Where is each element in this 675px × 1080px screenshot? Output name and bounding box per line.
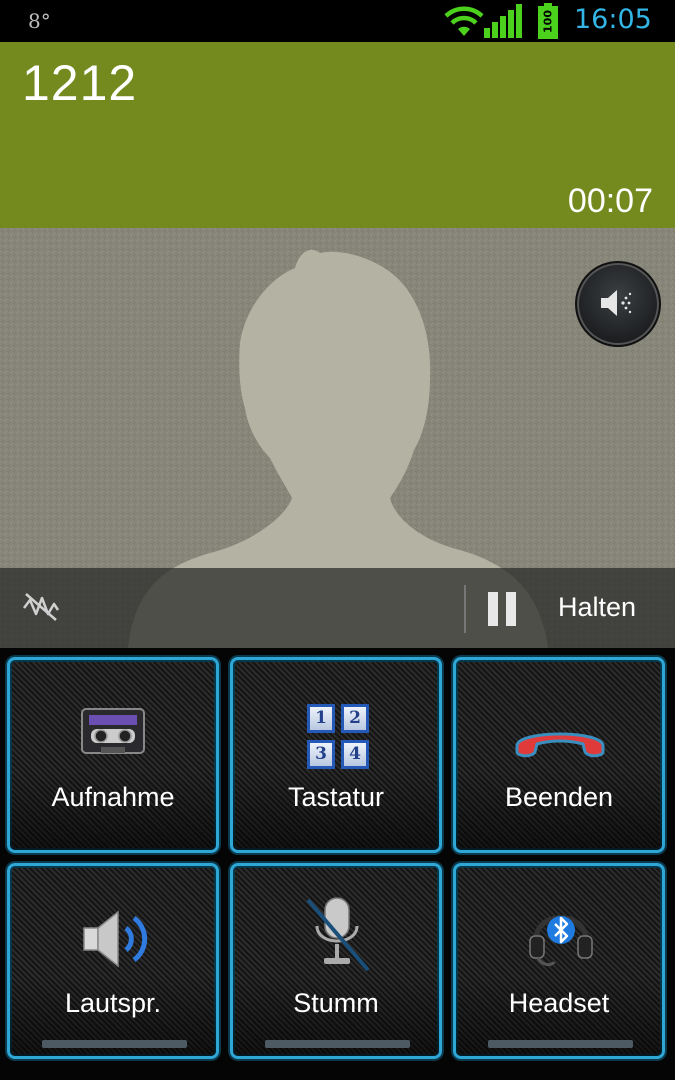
speaker-icon — [83, 910, 148, 968]
keypad-key: 4 — [341, 740, 369, 769]
speaker-button[interactable]: Lautspr. — [7, 863, 219, 1059]
pause-icon — [486, 592, 518, 626]
hold-label: Halten — [558, 592, 637, 622]
hold-button[interactable]: Halten — [466, 568, 675, 648]
keypad-key: 2 — [341, 704, 369, 733]
bluetooth-headset-icon — [529, 915, 593, 967]
record-label: Aufnahme — [51, 782, 175, 812]
headset-button[interactable]: Headset — [453, 863, 665, 1059]
temperature-indicator: 8° — [28, 9, 51, 33]
headset-state-indicator — [488, 1040, 633, 1048]
status-bar: 8° 100 16:05 — [0, 0, 675, 42]
in-call-volume-button[interactable] — [575, 261, 661, 347]
end-call-button[interactable]: Beenden — [453, 657, 665, 853]
in-call-button-grid: Aufnahme 1 2 3 4 Tastatur Beenden Lautsp… — [0, 648, 675, 1080]
contact-photo-area: Halten — [0, 228, 675, 648]
volume-icon — [601, 290, 632, 316]
call-action-strip: Halten — [0, 568, 675, 648]
end-call-label: Beenden — [504, 782, 614, 812]
call-duration: 00:07 — [567, 182, 653, 220]
microphone-muted-icon — [306, 897, 370, 972]
signal-strength-icon — [484, 4, 522, 38]
speaker-label: Lautspr. — [64, 988, 162, 1018]
keypad-key: 3 — [307, 740, 335, 769]
record-button[interactable]: Aufnahme — [7, 657, 219, 853]
speaker-state-indicator — [42, 1040, 187, 1048]
battery-level: 100 — [541, 10, 555, 33]
battery-icon: 100 — [537, 3, 559, 43]
caller-number: 1212 — [22, 55, 138, 111]
end-call-icon — [515, 732, 605, 758]
keypad-button[interactable]: 1 2 3 4 Tastatur — [230, 657, 442, 853]
headset-label: Headset — [508, 988, 610, 1018]
caller-info-band: 1212 00:07 — [0, 42, 675, 228]
cassette-tape-icon — [81, 708, 145, 754]
keypad-icon: 1 2 3 4 — [307, 704, 371, 770]
clock: 16:05 — [574, 4, 652, 35]
keypad-key: 1 — [307, 704, 335, 733]
keypad-label: Tastatur — [287, 782, 385, 812]
noise-reduction-icon[interactable] — [22, 590, 60, 624]
mute-button[interactable]: Stumm — [230, 863, 442, 1059]
wifi-icon — [444, 6, 484, 36]
mute-state-indicator — [265, 1040, 410, 1048]
mute-label: Stumm — [293, 988, 379, 1018]
